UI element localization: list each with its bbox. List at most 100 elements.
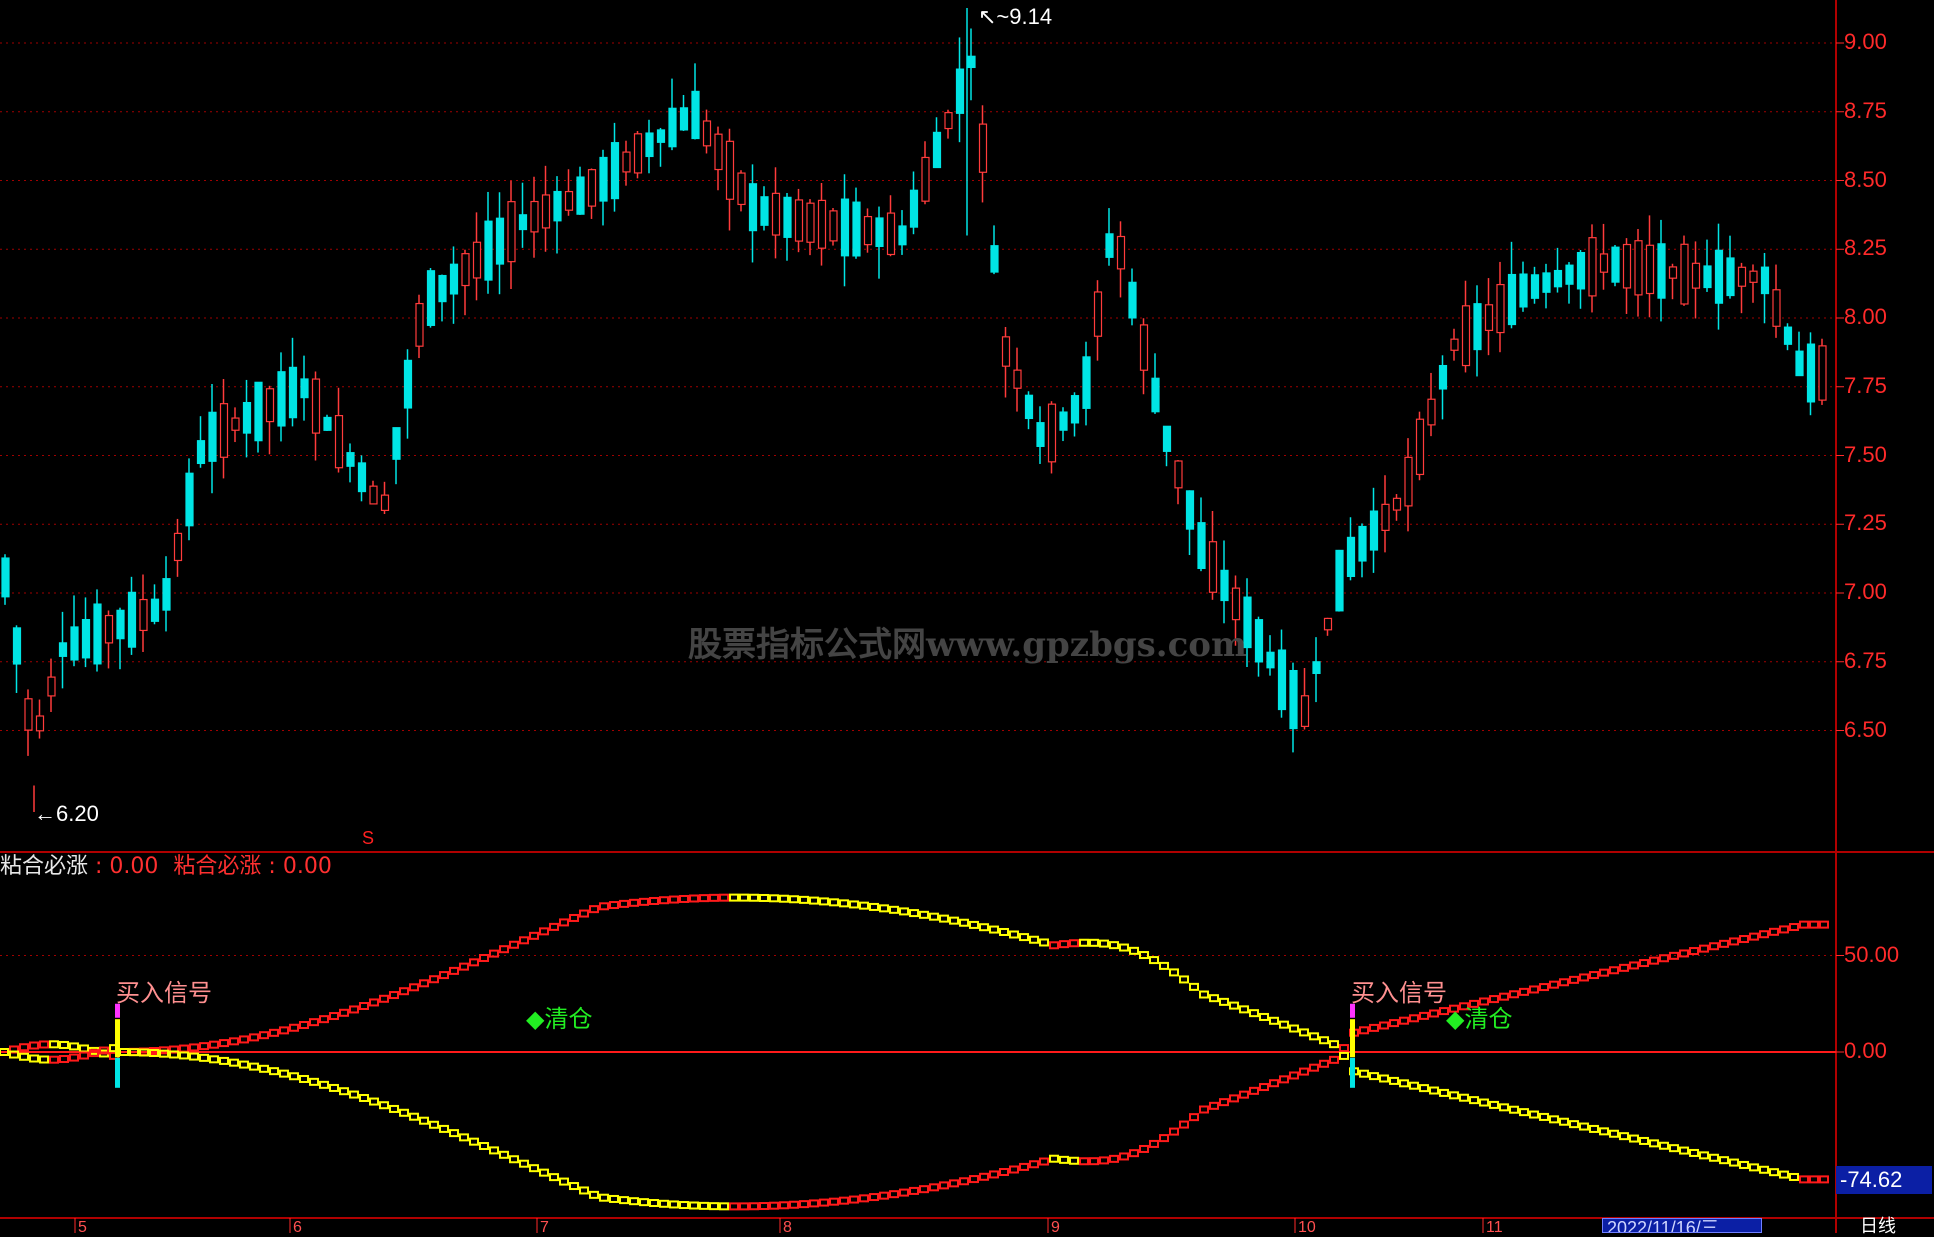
indicator-lower-curve xyxy=(829,1197,839,1206)
indicator-upper-curve xyxy=(1399,1016,1409,1025)
indicator-lower-curve xyxy=(359,1093,369,1102)
current-date-box[interactable]: 2022/11/16/三 xyxy=(1602,1218,1762,1233)
indicator-upper-curve xyxy=(929,912,939,921)
indicator-upper-curve xyxy=(1199,990,1209,999)
candle-body xyxy=(173,532,183,562)
candle-body xyxy=(81,618,91,659)
candle-body xyxy=(472,241,482,279)
indicator-upper-curve xyxy=(1069,939,1079,948)
candle-body xyxy=(1231,587,1241,621)
indicator-lower-curve xyxy=(1819,1175,1829,1184)
indicator-lower-curve xyxy=(549,1173,559,1182)
indicator-upper-curve xyxy=(299,1021,309,1030)
indicator-lower-curve xyxy=(1159,1134,1169,1143)
candle-body xyxy=(771,192,781,236)
candle-body xyxy=(633,133,643,174)
indicator-lower-curve xyxy=(339,1087,349,1096)
indicator-lower-curve xyxy=(1359,1069,1369,1078)
indicator-upper-curve xyxy=(1169,968,1179,977)
indicator-upper-curve xyxy=(719,893,729,902)
indicator-upper-curve xyxy=(1119,943,1129,952)
indicator-upper-curve xyxy=(1219,997,1229,1006)
indicator-upper-curve xyxy=(199,1042,209,1051)
candle-body xyxy=(530,200,539,233)
indicator-lower-curve xyxy=(469,1137,479,1146)
indicator-lower-curve xyxy=(1739,1160,1749,1169)
indicator-upper-curve xyxy=(569,913,579,922)
indicator-upper-curve xyxy=(669,895,679,904)
indicator-lower-curve xyxy=(969,1175,979,1184)
indicator-lower-curve xyxy=(949,1179,959,1188)
candle-body xyxy=(1622,243,1632,289)
indicator-upper-curve xyxy=(229,1037,239,1046)
indicator-lower-curve xyxy=(1459,1093,1469,1102)
indicator-lower-curve xyxy=(1099,1156,1109,1165)
indicator-upper-curve xyxy=(509,940,519,949)
indicator-lower-curve xyxy=(1809,1175,1819,1184)
indicator-lower-curve xyxy=(809,1199,819,1208)
month-label: 11 xyxy=(1486,1219,1503,1236)
indicator-lower-curve xyxy=(1379,1074,1389,1083)
indicator-lower-curve xyxy=(429,1120,439,1129)
candle-body xyxy=(1703,265,1712,289)
indicator-lower-curve xyxy=(1569,1120,1579,1129)
candle-body xyxy=(1795,350,1804,377)
candle-body xyxy=(553,190,562,222)
indicator-lower-curve xyxy=(779,1201,789,1210)
indicator-upper-curve xyxy=(1099,939,1109,948)
indicator-lower-curve xyxy=(199,1053,209,1062)
indicator-upper-curve xyxy=(449,966,459,975)
indicator-upper-curve xyxy=(659,896,669,905)
indicator-upper-curve xyxy=(1369,1023,1379,1032)
period-label[interactable]: 日线 xyxy=(1860,1218,1896,1236)
candle-body xyxy=(1208,541,1218,593)
indicator-lower-curve xyxy=(1789,1172,1799,1181)
candle-body xyxy=(1668,266,1678,279)
candle-body xyxy=(1473,303,1482,351)
indicator-lower-curve xyxy=(849,1195,859,1204)
indicator-lower-curve xyxy=(1189,1113,1199,1122)
indicator-upper-curve xyxy=(1499,992,1509,1001)
candle-body xyxy=(1151,377,1160,413)
candle-body xyxy=(127,591,137,648)
indicator-lower-curve xyxy=(1469,1096,1479,1105)
indicator-upper-curve xyxy=(49,1040,59,1049)
indicator-lower-curve xyxy=(859,1194,869,1203)
candle-body xyxy=(116,609,125,640)
indicator-lower-curve xyxy=(209,1055,219,1064)
candle-body xyxy=(817,199,827,249)
indicator-lower-curve xyxy=(979,1172,989,1181)
indicator-series: 粘合必涨 xyxy=(173,854,262,879)
indicator-upper-curve xyxy=(239,1035,249,1044)
indicator-upper-curve xyxy=(179,1044,189,1053)
indicator-upper-curve xyxy=(909,909,919,918)
indicator-upper-curve xyxy=(1249,1009,1259,1018)
indicator-upper-curve xyxy=(759,893,769,902)
indicator-lower-curve xyxy=(1749,1163,1759,1172)
s-marker: S xyxy=(362,828,375,848)
indicator-upper-curve xyxy=(609,901,619,910)
indicator-upper-curve xyxy=(1749,932,1759,941)
indicator-lower-curve xyxy=(379,1101,389,1110)
indicator-lower-curve xyxy=(279,1069,289,1078)
indicator-lower-curve xyxy=(959,1177,969,1186)
candle-body xyxy=(277,371,286,427)
indicator-lower-curve xyxy=(1619,1132,1629,1141)
candle-body xyxy=(794,199,804,242)
indicator-lower-curve xyxy=(1769,1168,1779,1177)
candle-body xyxy=(334,415,344,469)
indicator-lower-curve xyxy=(769,1201,779,1210)
candle-body xyxy=(1289,669,1298,730)
indicator-upper-curve xyxy=(819,897,829,906)
indicator-lower-curve xyxy=(1599,1127,1609,1136)
indicator-upper-curve xyxy=(1649,956,1659,965)
candle-body xyxy=(1220,569,1229,602)
indicator-upper-curve xyxy=(779,894,789,903)
indicator-upper-curve xyxy=(459,962,469,971)
indicator-lower-curve xyxy=(1439,1088,1449,1097)
candle-body xyxy=(1576,252,1586,290)
chart-canvas[interactable] xyxy=(0,0,1934,1233)
candle-body xyxy=(1519,273,1528,308)
indicator-upper-curve xyxy=(1739,935,1749,944)
indicator-upper-curve xyxy=(259,1031,269,1040)
